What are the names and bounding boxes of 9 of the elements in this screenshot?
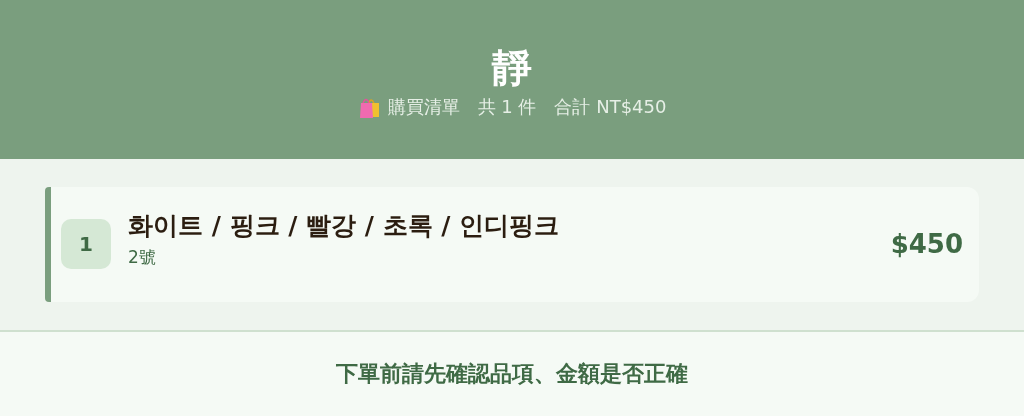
shop-title: 靜	[492, 43, 532, 92]
notice-text: 下單前請先確認品項、金額是否正確	[336, 359, 688, 388]
item-number: 1	[61, 219, 111, 270]
list-label: 購買清單	[387, 95, 460, 120]
item-price: $450	[890, 229, 963, 260]
item-name: 화이트 / 핑크 / 빨강 / 초록 / 인디핑크	[128, 210, 561, 243]
item-size: 2號	[128, 246, 157, 270]
item-count: 共 1 件	[477, 95, 537, 120]
total-amount: 合計 NT$450	[554, 95, 667, 120]
